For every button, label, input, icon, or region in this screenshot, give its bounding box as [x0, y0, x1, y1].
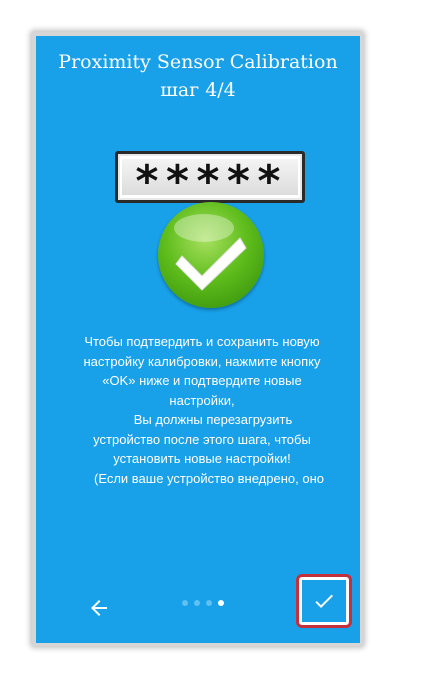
- confirm-highlight: [296, 574, 352, 628]
- password-box-illustration: *****: [115, 151, 305, 204]
- password-mask: *****: [122, 159, 298, 204]
- page-dot: [182, 600, 188, 606]
- back-button[interactable]: [84, 593, 114, 623]
- instruction-line: устройство после этого шага, чтобы: [93, 431, 311, 447]
- instruction-line: «OK» ниже и подтвердите новые: [102, 373, 302, 388]
- instruction-text: Чтобы подтвердить и сохранить новую наст…: [50, 332, 354, 488]
- step-indicator: шаг 4/4: [160, 79, 236, 101]
- instruction-line: Чтобы подтвердить и сохранить новую: [84, 334, 320, 349]
- instruction-line: Вы должны перезагрузить: [133, 412, 293, 427]
- instruction-line: настройки,: [169, 392, 235, 408]
- title-text: Proximity Sensor Calibration: [58, 51, 338, 73]
- instruction-line: установить новые настройки!: [113, 451, 291, 466]
- instruction-line: настройку калибровки, нажмите кнопку: [83, 353, 321, 369]
- page-title: Proximity Sensor Calibration шаг 4/4: [36, 48, 360, 104]
- green-checkmark-icon: [158, 202, 264, 308]
- page-dot: [194, 600, 200, 606]
- check-icon: [315, 594, 333, 608]
- wizard-screen: Proximity Sensor Calibration шаг 4/4 ***…: [36, 36, 360, 643]
- arrow-left-icon: [91, 600, 107, 616]
- instruction-line: (Если ваше устройство внедрено, оно: [93, 470, 324, 486]
- page-indicator: [182, 600, 224, 606]
- page-dot: [206, 600, 212, 606]
- confirm-button[interactable]: [302, 580, 346, 622]
- page-dot-active: [218, 600, 224, 606]
